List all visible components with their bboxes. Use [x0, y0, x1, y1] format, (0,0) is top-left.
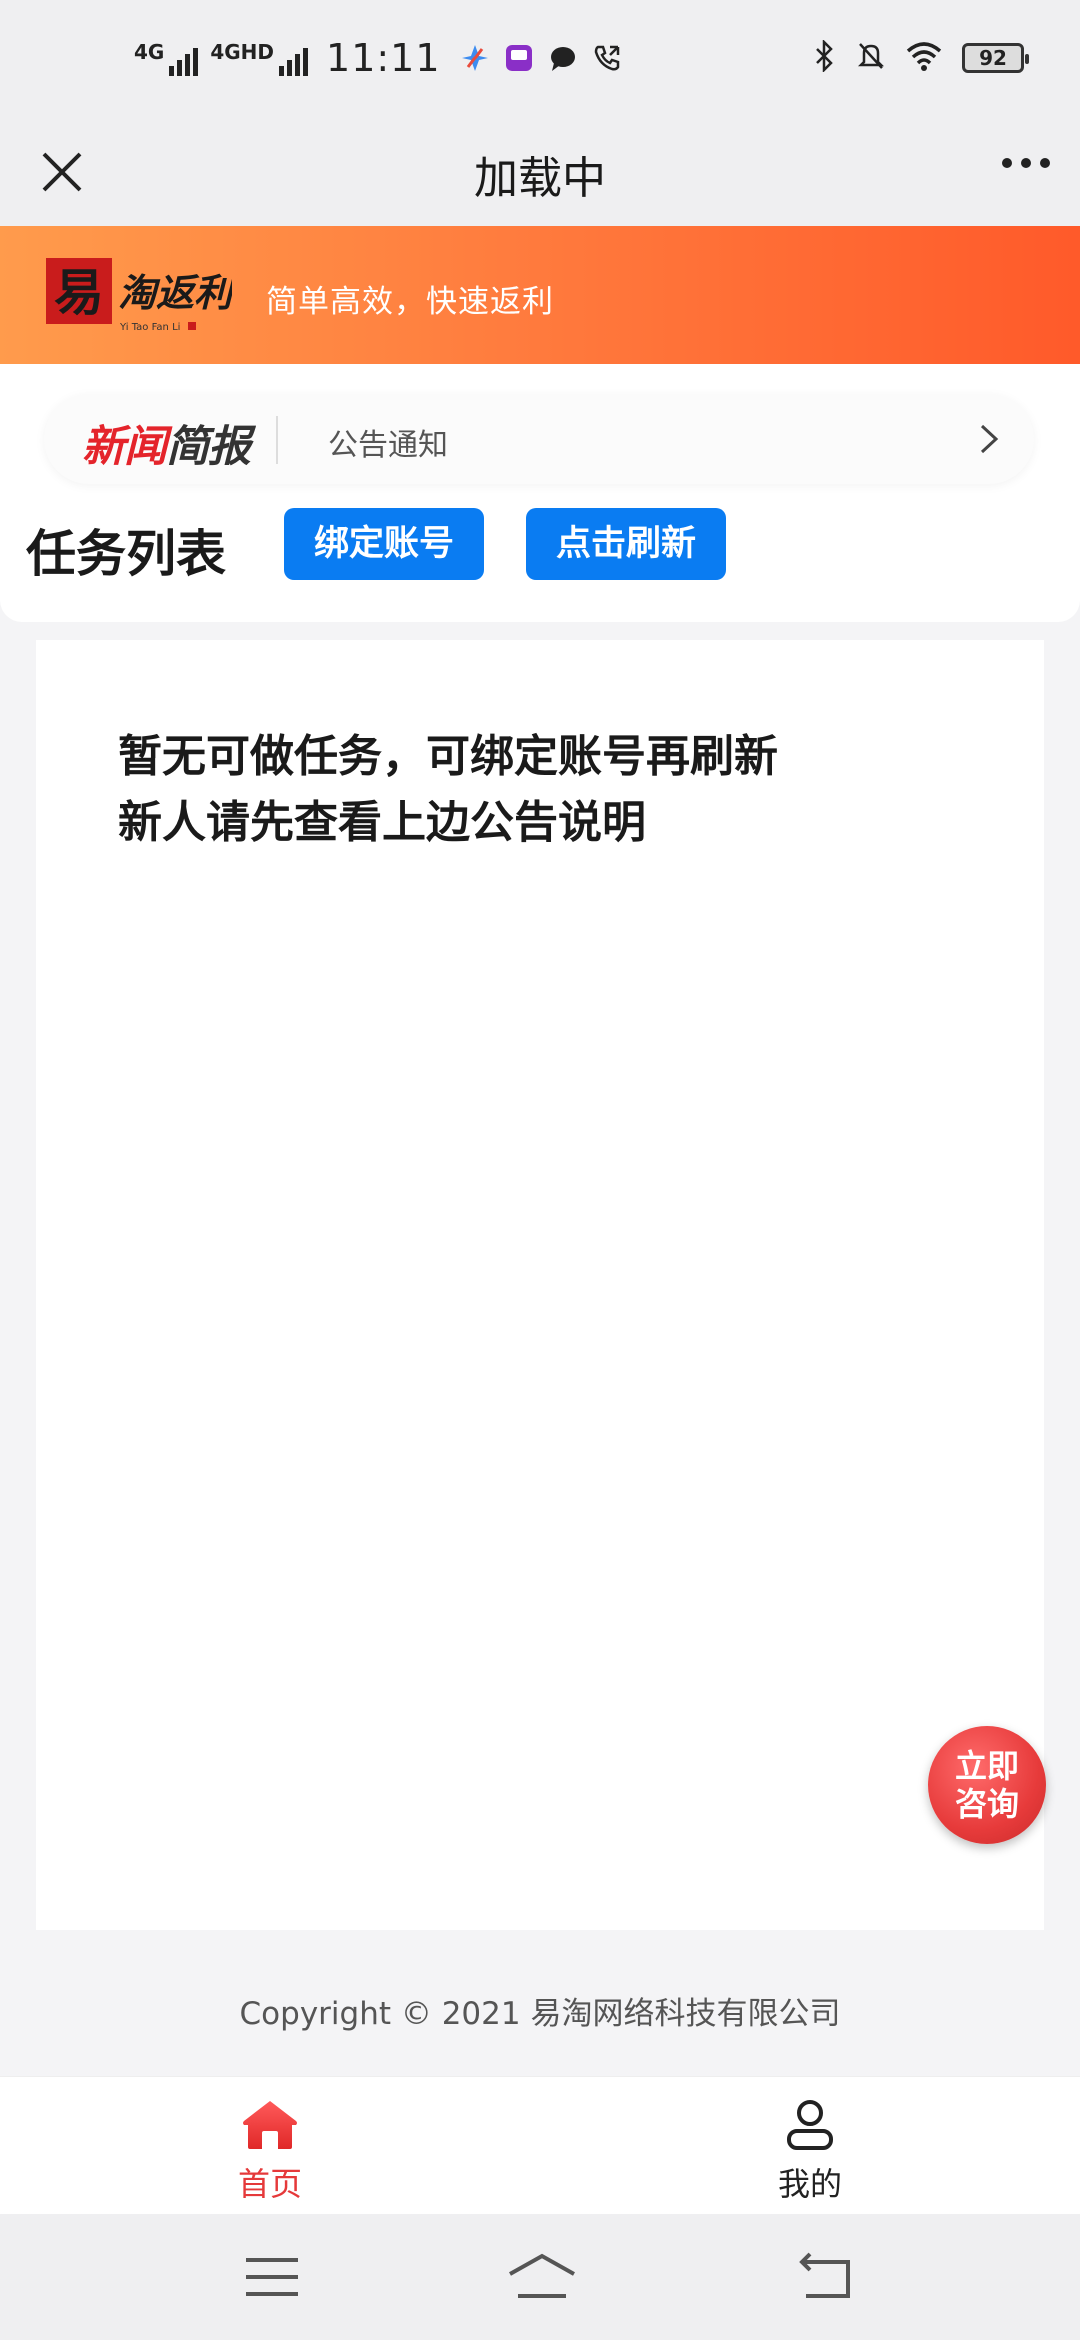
system-home-icon	[509, 2253, 575, 2298]
bluetooth-icon	[814, 38, 836, 76]
status-bar: 4G 4GHD 11:11 92	[0, 0, 1080, 118]
copyright-text: Copyright © 2021 易淘网络科技有限公司	[239, 1996, 841, 2032]
svg-text:Yi Tao Fan Li: Yi Tao Fan Li	[119, 322, 180, 333]
compass-app-icon	[459, 42, 491, 74]
status-left: 4G 4GHD 11:11	[134, 36, 623, 80]
empty-line-1: 暂无可做任务，可绑定账号再刷新	[118, 731, 778, 782]
signal-icon: 4G	[134, 40, 199, 76]
phone-call-icon	[591, 42, 623, 74]
task-list-panel: 暂无可做任务，可绑定账号再刷新 新人请先查看上边公告说明	[36, 640, 1044, 1930]
app-screen: 4G 4GHD 11:11 92 加载中 易 淘返利 Yi Tao Fan Li…	[0, 0, 1080, 2340]
empty-line-2: 新人请先查看上边公告说明	[118, 797, 646, 848]
bind-account-button[interactable]: 绑定账号	[284, 508, 484, 580]
system-home-button[interactable]	[506, 2250, 578, 2304]
divider	[276, 416, 278, 464]
wifi-icon	[906, 41, 942, 75]
more-dots-icon	[1002, 158, 1012, 168]
tab-me-label: 我的	[777, 2165, 842, 2203]
svg-text:易: 易	[54, 263, 104, 322]
news-brief-logo: 新闻简报	[82, 422, 251, 472]
announcement-text: 公告通知	[328, 428, 448, 463]
nav-bar: 加载中	[0, 118, 1080, 226]
refresh-button[interactable]: 点击刷新	[526, 508, 726, 580]
page-title: 加载中	[474, 153, 606, 204]
battery-icon: 92	[962, 43, 1029, 73]
empty-state-message: 暂无可做任务，可绑定账号再刷新 新人请先查看上边公告说明	[118, 724, 778, 856]
recent-apps-button[interactable]	[242, 2250, 302, 2304]
task-list-title: 任务列表	[26, 525, 226, 583]
system-back-button[interactable]	[796, 2250, 856, 2304]
signal-icon: 4GHD	[210, 40, 309, 76]
network-type-1: 4G	[134, 40, 165, 64]
tab-home[interactable]: 首页	[170, 2099, 370, 2205]
system-navigation-bar	[0, 2214, 1080, 2340]
bell-mute-icon	[856, 40, 886, 76]
chevron-right-icon	[980, 424, 999, 454]
announcement-bar[interactable]: 新闻简报 公告通知	[44, 394, 1034, 484]
battery-level: 92	[979, 46, 1007, 70]
calendar-app-icon	[503, 42, 535, 74]
brand-slogan: 简单高效，快速返利	[266, 284, 554, 320]
menu-icon	[246, 2258, 298, 2296]
svg-text:淘返利: 淘返利	[118, 270, 232, 315]
message-icon	[547, 42, 579, 74]
consult-line-2: 咨询	[954, 1785, 1019, 1823]
consult-line-1: 立即	[954, 1747, 1019, 1785]
status-right: 92	[814, 38, 1029, 76]
more-options-button[interactable]	[1002, 158, 1050, 168]
consult-now-button[interactable]: 立即 咨询	[928, 1726, 1046, 1844]
network-type-2: 4GHD	[210, 40, 275, 64]
tab-home-label: 首页	[237, 2165, 302, 2203]
home-icon	[243, 2101, 297, 2149]
task-header-card: 新闻简报 公告通知 任务列表 绑定账号 点击刷新	[0, 364, 1080, 622]
clock: 11:11	[326, 36, 441, 80]
brand-logo: 易 淘返利 Yi Tao Fan Li	[46, 254, 238, 336]
tab-me[interactable]: 我的	[710, 2099, 910, 2205]
brand-banner: 易 淘返利 Yi Tao Fan Li 简单高效，快速返利	[0, 226, 1080, 364]
back-icon	[799, 2252, 850, 2298]
user-icon	[787, 2100, 833, 2150]
bottom-tab-bar: 首页 我的	[0, 2076, 1080, 2214]
